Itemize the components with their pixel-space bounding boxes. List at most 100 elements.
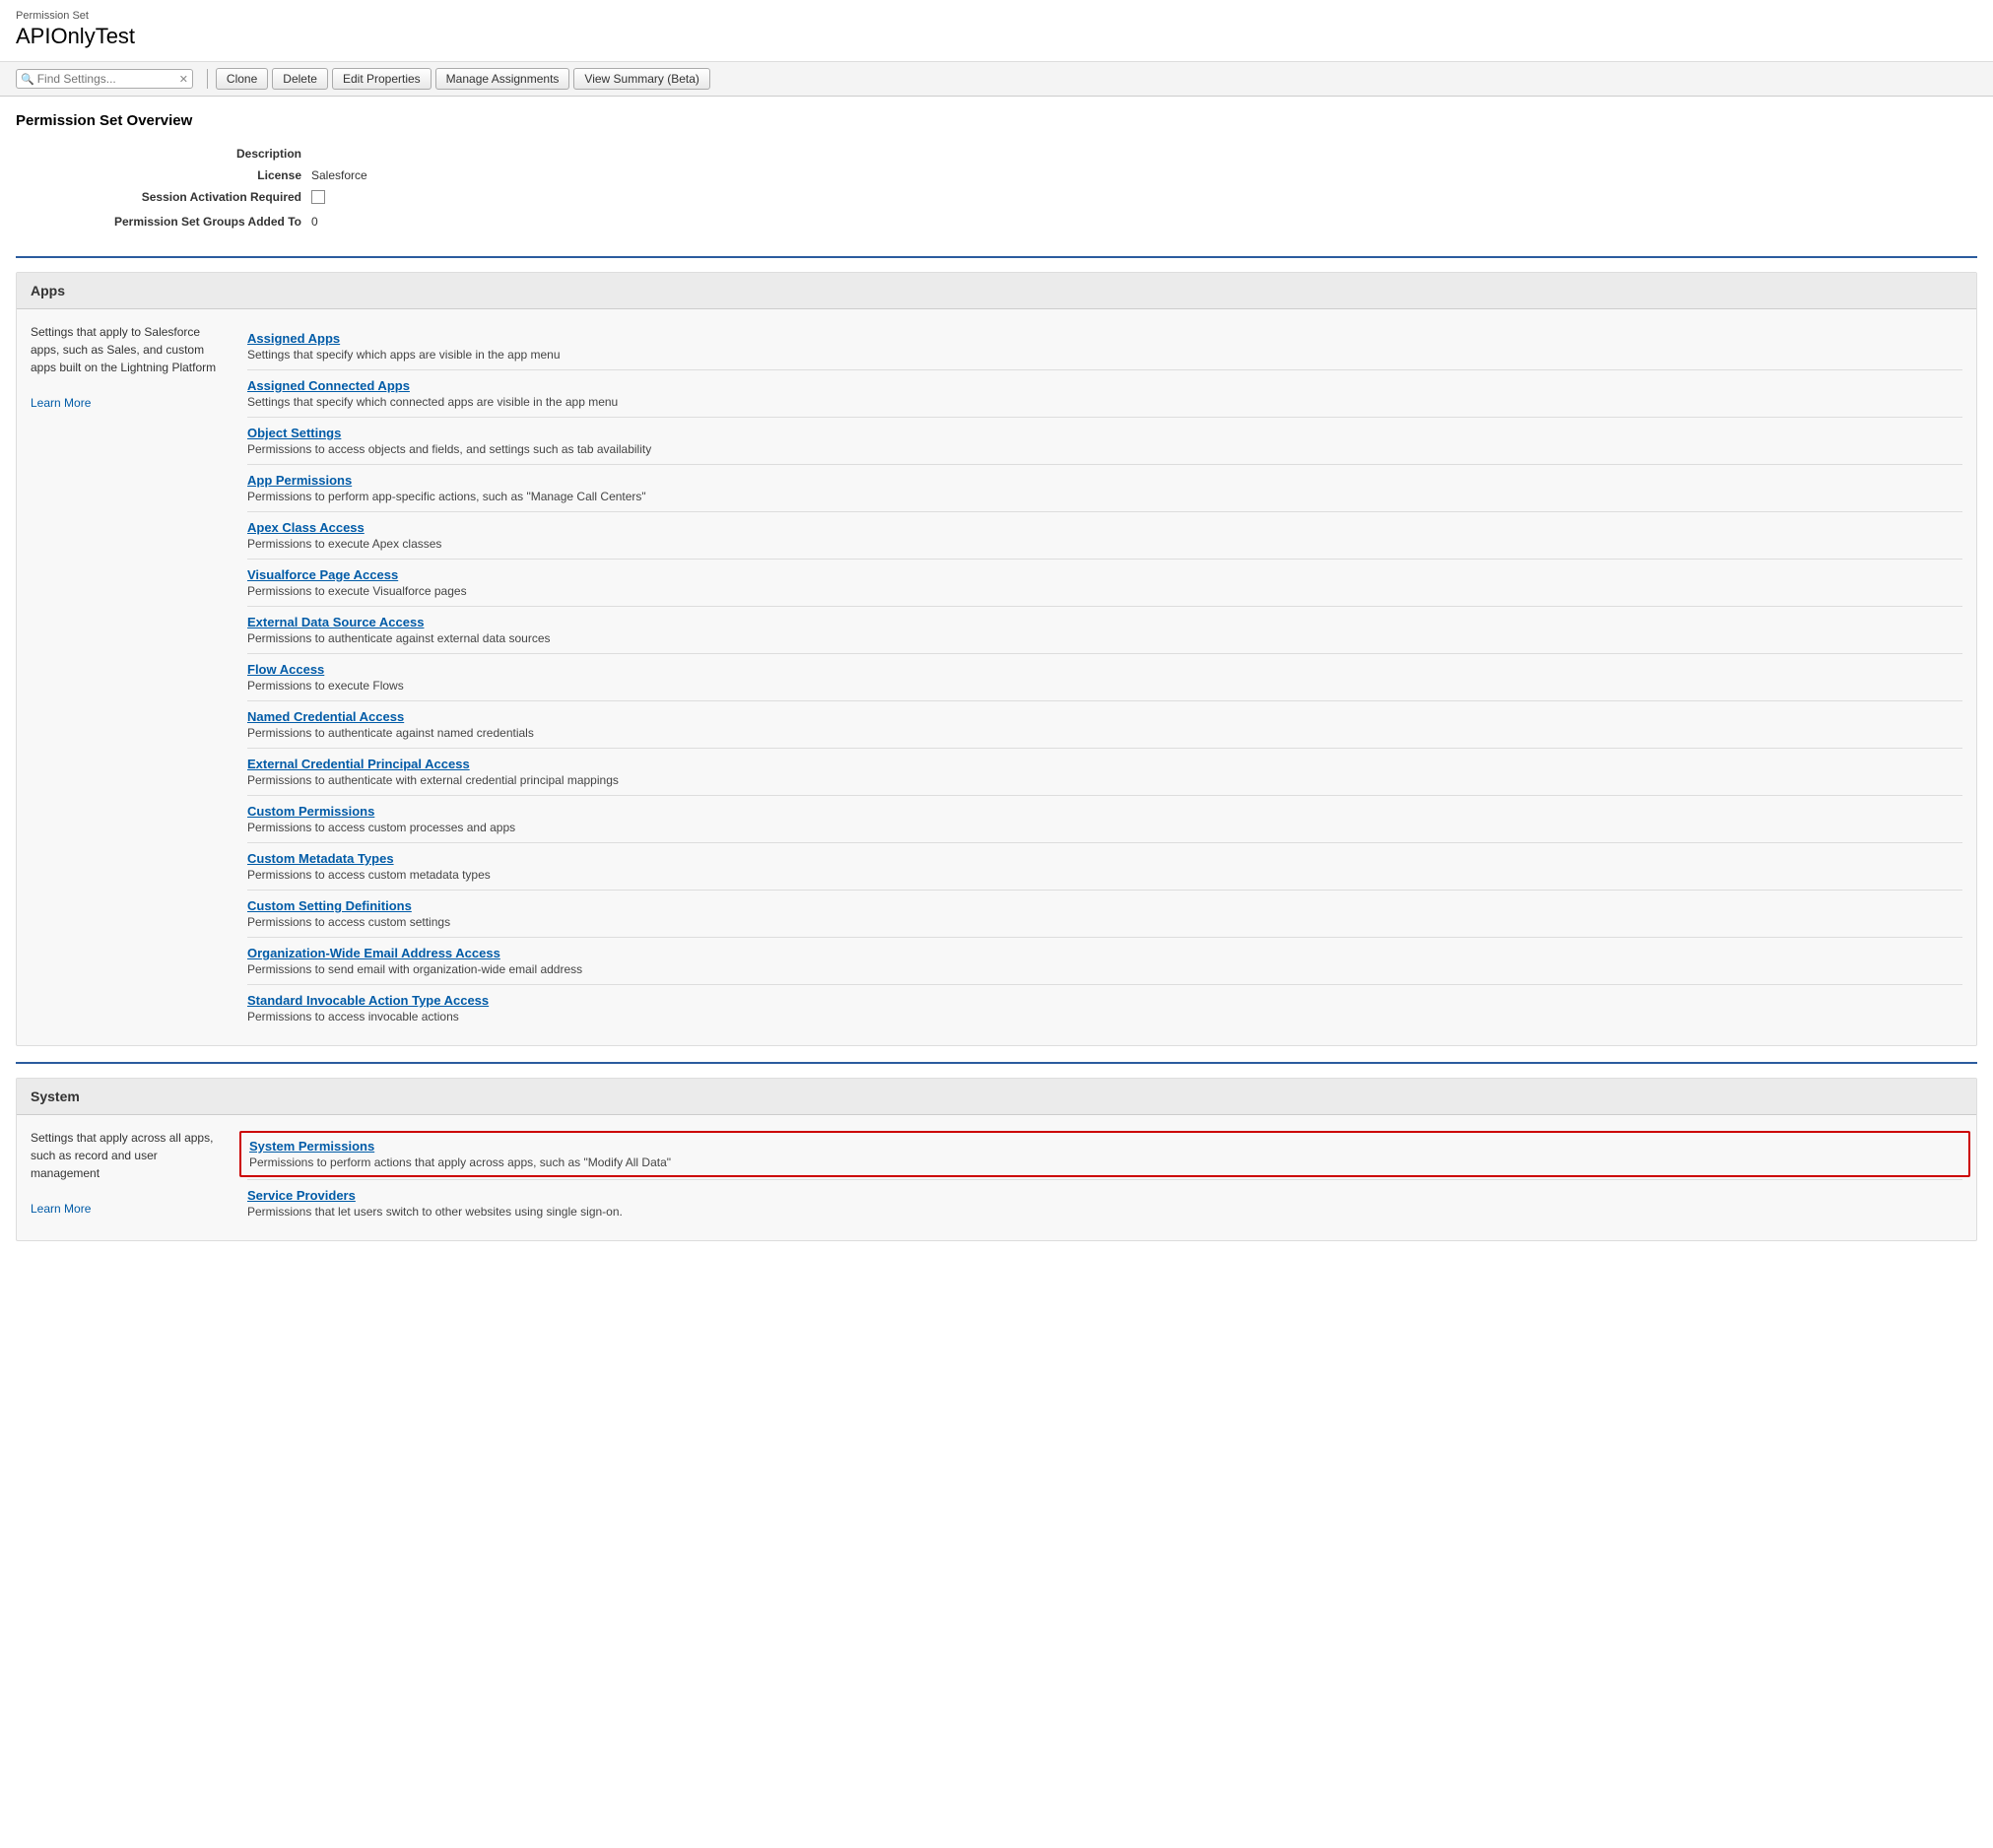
apps-link-item: App Permissions Permissions to perform a… — [247, 465, 1962, 512]
apps-link-title-wrapper: App Permissions — [247, 473, 1962, 488]
apps-link-item: Named Credential Access Permissions to a… — [247, 701, 1962, 749]
apps-link-item: Apex Class Access Permissions to execute… — [247, 512, 1962, 560]
apps-link-item: Assigned Apps Settings that specify whic… — [247, 323, 1962, 370]
apps-link-item: Organization-Wide Email Address Access P… — [247, 938, 1962, 985]
apps-link-10[interactable]: Custom Permissions — [247, 804, 374, 819]
apps-link-desc-7: Permissions to execute Flows — [247, 679, 1962, 693]
apps-sidebar: Settings that apply to Salesforce apps, … — [31, 323, 247, 1031]
apps-link-title-wrapper: Assigned Apps — [247, 331, 1962, 346]
apps-link-item: Custom Metadata Types Permissions to acc… — [247, 843, 1962, 891]
apps-links: Assigned Apps Settings that specify whic… — [247, 323, 1962, 1031]
view-summary-button[interactable]: View Summary (Beta) — [573, 68, 709, 90]
apps-link-desc-14: Permissions to access invocable actions — [247, 1010, 1962, 1023]
apps-link-3[interactable]: App Permissions — [247, 473, 352, 488]
apps-link-desc-12: Permissions to access custom settings — [247, 915, 1962, 929]
search-clear-icon[interactable]: ✕ — [179, 73, 188, 86]
apps-learn-more-link[interactable]: Learn More — [31, 396, 91, 410]
apps-link-7[interactable]: Flow Access — [247, 662, 324, 677]
apps-link-item: Flow Access Permissions to execute Flows — [247, 654, 1962, 701]
apps-link-5[interactable]: Visualforce Page Access — [247, 567, 398, 582]
apps-link-desc-13: Permissions to send email with organizat… — [247, 962, 1962, 976]
apps-link-2[interactable]: Object Settings — [247, 426, 341, 440]
system-section-title: System — [17, 1079, 1976, 1115]
system-learn-more-link[interactable]: Learn More — [31, 1202, 91, 1216]
apps-body: Settings that apply to Salesforce apps, … — [17, 309, 1976, 1045]
overview-table: Description License Salesforce Session A… — [95, 143, 1977, 232]
apps-link-desc-10: Permissions to access custom processes a… — [247, 821, 1962, 834]
apps-link-12[interactable]: Custom Setting Definitions — [247, 898, 412, 913]
system-link-1[interactable]: Service Providers — [247, 1188, 356, 1203]
apps-link-8[interactable]: Named Credential Access — [247, 709, 404, 724]
apps-link-desc-3: Permissions to perform app-specific acti… — [247, 490, 1962, 503]
apps-link-title-wrapper: Custom Permissions — [247, 804, 1962, 819]
apps-link-desc-6: Permissions to authenticate against exte… — [247, 631, 1962, 645]
system-body: Settings that apply across all apps, suc… — [17, 1115, 1976, 1240]
main-content: Permission Set Overview Description Lice… — [0, 97, 1993, 1257]
apps-link-item: Standard Invocable Action Type Access Pe… — [247, 985, 1962, 1031]
apps-link-desc-2: Permissions to access objects and fields… — [247, 442, 1962, 456]
overview-value-session — [311, 190, 325, 207]
search-container: 🔍 ✕ — [16, 69, 193, 89]
apps-link-14[interactable]: Standard Invocable Action Type Access — [247, 993, 489, 1008]
overview-title: Permission Set Overview — [16, 112, 1977, 133]
apps-sidebar-text: Settings that apply to Salesforce apps, … — [31, 325, 216, 374]
overview-label-session: Session Activation Required — [95, 190, 311, 204]
overview-value-license: Salesforce — [311, 168, 367, 182]
toolbar-divider — [207, 69, 208, 89]
apps-link-desc-0: Settings that specify which apps are vis… — [247, 348, 1962, 362]
apps-link-title-wrapper: External Data Source Access — [247, 615, 1962, 629]
overview-label-license: License — [95, 168, 311, 182]
apps-section-title: Apps — [17, 273, 1976, 309]
apps-link-6[interactable]: External Data Source Access — [247, 615, 424, 629]
system-sidebar-text: Settings that apply across all apps, suc… — [31, 1131, 213, 1180]
apps-link-desc-8: Permissions to authenticate against name… — [247, 726, 1962, 740]
system-link-item: System Permissions Permissions to perfor… — [247, 1129, 1962, 1180]
clone-button[interactable]: Clone — [216, 68, 268, 90]
apps-link-title-wrapper: Named Credential Access — [247, 709, 1962, 724]
overview-label-description: Description — [95, 147, 311, 161]
breadcrumb: Permission Set — [16, 10, 1977, 22]
system-link-desc-0: Permissions to perform actions that appl… — [249, 1155, 1960, 1169]
session-checkbox[interactable] — [311, 190, 325, 204]
apps-link-13[interactable]: Organization-Wide Email Address Access — [247, 946, 500, 960]
search-input[interactable] — [37, 72, 175, 86]
apps-link-0[interactable]: Assigned Apps — [247, 331, 340, 346]
apps-link-item: Custom Permissions Permissions to access… — [247, 796, 1962, 843]
system-link-desc-1: Permissions that let users switch to oth… — [247, 1205, 1962, 1219]
system-link-highlighted-wrapper: System Permissions Permissions to perfor… — [239, 1131, 1970, 1177]
delete-button[interactable]: Delete — [272, 68, 328, 90]
apps-link-item: Object Settings Permissions to access ob… — [247, 418, 1962, 465]
apps-link-1[interactable]: Assigned Connected Apps — [247, 378, 410, 393]
system-link-item: Service Providers Permissions that let u… — [247, 1180, 1962, 1226]
overview-section: Permission Set Overview Description Lice… — [16, 112, 1977, 232]
apps-link-item: Custom Setting Definitions Permissions t… — [247, 891, 1962, 938]
manage-assignments-button[interactable]: Manage Assignments — [435, 68, 570, 90]
apps-link-title-wrapper: Custom Setting Definitions — [247, 898, 1962, 913]
apps-link-title-wrapper: Flow Access — [247, 662, 1962, 677]
apps-link-title-wrapper: Standard Invocable Action Type Access — [247, 993, 1962, 1008]
apps-link-item: External Credential Principal Access Per… — [247, 749, 1962, 796]
overview-label-groups: Permission Set Groups Added To — [95, 215, 311, 229]
system-sidebar: Settings that apply across all apps, suc… — [31, 1129, 247, 1226]
overview-row-groups: Permission Set Groups Added To 0 — [95, 211, 1977, 232]
system-links: System Permissions Permissions to perfor… — [247, 1129, 1962, 1226]
apps-link-4[interactable]: Apex Class Access — [247, 520, 365, 535]
toolbar: 🔍 ✕ Clone Delete Edit Properties Manage … — [0, 62, 1993, 97]
apps-link-desc-9: Permissions to authenticate with externa… — [247, 773, 1962, 787]
page-header: Permission Set APIOnlyTest — [0, 0, 1993, 62]
apps-link-9[interactable]: External Credential Principal Access — [247, 757, 470, 771]
overview-row-session: Session Activation Required — [95, 186, 1977, 211]
apps-link-item: External Data Source Access Permissions … — [247, 607, 1962, 654]
apps-link-desc-4: Permissions to execute Apex classes — [247, 537, 1962, 551]
apps-link-title-wrapper: Visualforce Page Access — [247, 567, 1962, 582]
overview-row-description: Description — [95, 143, 1977, 165]
page-title: APIOnlyTest — [16, 24, 1977, 49]
apps-section: Apps Settings that apply to Salesforce a… — [16, 272, 1977, 1046]
apps-link-title-wrapper: Assigned Connected Apps — [247, 378, 1962, 393]
section-divider-apps — [16, 256, 1977, 258]
apps-link-title-wrapper: Object Settings — [247, 426, 1962, 440]
apps-link-title-wrapper: Organization-Wide Email Address Access — [247, 946, 1962, 960]
apps-link-11[interactable]: Custom Metadata Types — [247, 851, 394, 866]
edit-properties-button[interactable]: Edit Properties — [332, 68, 432, 90]
system-link-0[interactable]: System Permissions — [249, 1139, 374, 1154]
